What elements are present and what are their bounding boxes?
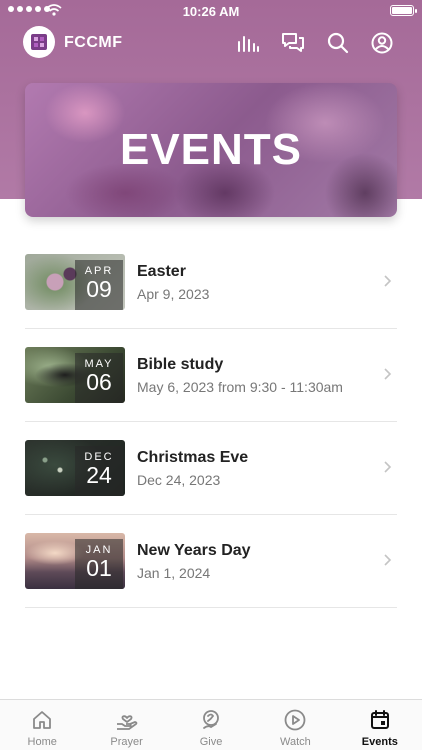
event-thumbnail: MAY 06 xyxy=(25,347,125,403)
give-icon xyxy=(203,710,219,729)
tab-label: Events xyxy=(361,736,398,748)
date-badge: JAN 01 xyxy=(75,539,123,589)
event-thumbnail: APR 09 xyxy=(25,254,125,310)
tab-watch[interactable]: Watch xyxy=(253,700,337,750)
event-date: Jan 1, 2024 xyxy=(137,565,211,581)
date-badge: DEC 24 xyxy=(75,446,123,496)
banner-title: EVENTS xyxy=(119,125,303,174)
event-date: Dec 24, 2023 xyxy=(137,472,221,488)
bar-chart-icon[interactable] xyxy=(235,30,261,56)
chevron-right-icon xyxy=(384,368,392,380)
search-icon[interactable] xyxy=(325,30,351,56)
tab-label: Prayer xyxy=(110,736,143,748)
chat-icon[interactable] xyxy=(280,30,306,56)
event-row-bible-study[interactable]: MAY 06 Bible study May 6, 2023 from 9:30… xyxy=(25,329,397,422)
date-day: 24 xyxy=(86,462,112,488)
battery-icon xyxy=(390,5,417,16)
tab-events[interactable]: Events xyxy=(338,700,422,750)
status-bar: 10:26 AM xyxy=(0,0,422,22)
logo-icon xyxy=(31,34,47,50)
status-time: 10:26 AM xyxy=(182,4,240,19)
date-badge: APR 09 xyxy=(75,260,123,310)
chevron-right-icon xyxy=(384,275,392,287)
church-logo[interactable] xyxy=(23,26,55,58)
play-icon xyxy=(285,709,306,731)
tab-label: Watch xyxy=(280,736,311,748)
home-icon xyxy=(33,711,52,729)
profile-icon[interactable] xyxy=(369,30,395,56)
tab-give[interactable]: Give xyxy=(169,700,253,750)
chevron-right-icon xyxy=(384,461,392,473)
event-row-easter[interactable]: APR 09 Easter Apr 9, 2023 xyxy=(25,236,397,329)
date-day: 01 xyxy=(86,555,112,581)
chevron-right-icon xyxy=(384,554,392,566)
event-list: APR 09 Easter Apr 9, 2023 MAY 06 Bible s… xyxy=(25,236,397,608)
app-header: FCCMF xyxy=(0,26,422,62)
prayer-hand-icon xyxy=(116,715,137,730)
tab-home[interactable]: Home xyxy=(0,700,84,750)
event-date: May 6, 2023 from 9:30 - 11:30am xyxy=(137,379,343,395)
tab-label: Give xyxy=(199,736,223,748)
app-name: FCCMF xyxy=(64,34,123,51)
events-banner: EVENTS xyxy=(25,83,397,217)
event-date: Apr 9, 2023 xyxy=(137,286,210,302)
calendar-icon xyxy=(370,710,389,729)
event-row-christmas-eve[interactable]: DEC 24 Christmas Eve Dec 24, 2023 xyxy=(25,422,397,515)
event-title: Bible study xyxy=(137,356,224,373)
event-title: Easter xyxy=(137,263,186,280)
event-row-new-years-day[interactable]: JAN 01 New Years Day Jan 1, 2024 xyxy=(25,515,397,608)
date-badge: MAY 06 xyxy=(75,353,123,403)
tab-label: Home xyxy=(27,736,57,748)
event-title: Christmas Eve xyxy=(137,449,249,466)
date-day: 06 xyxy=(86,369,112,395)
tab-prayer[interactable]: Prayer xyxy=(84,700,168,750)
event-thumbnail: DEC 24 xyxy=(25,440,125,496)
event-thumbnail: JAN 01 xyxy=(25,533,125,589)
event-title: New Years Day xyxy=(137,542,251,559)
tab-bar: Home Prayer Give Watch Events xyxy=(0,699,422,750)
date-day: 09 xyxy=(86,276,112,302)
